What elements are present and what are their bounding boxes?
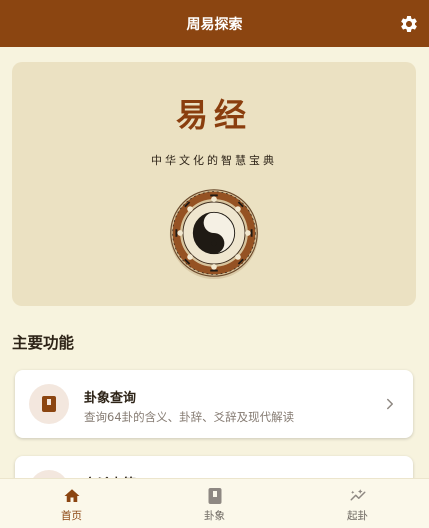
hero-title: 易经 xyxy=(175,96,252,134)
card-title: 卦象查询 xyxy=(84,391,137,406)
book-icon xyxy=(42,396,56,412)
settings-button[interactable] xyxy=(397,12,421,36)
card-description: 查询64卦的含义、卦辞、爻辞及现代解读 xyxy=(84,410,295,424)
nav-item-home[interactable]: 首页 xyxy=(0,479,143,528)
nav-item-label: 卦象 xyxy=(204,510,225,522)
gear-icon xyxy=(401,15,417,32)
home-icon xyxy=(64,489,79,502)
nav-item-label: 首页 xyxy=(61,510,82,522)
app-bar: 周易探索 xyxy=(0,0,429,47)
book-icon xyxy=(208,488,221,504)
nav-item-divine[interactable]: 起卦 xyxy=(286,479,429,528)
section-title: 主要功能 xyxy=(12,334,75,352)
app-title: 周易探索 xyxy=(186,16,243,33)
feature-card-hexagram-lookup[interactable]: 卦象查询 查询64卦的含义、卦辞、爻辞及现代解读 xyxy=(15,370,413,438)
bagua-taiji-emblem xyxy=(169,189,259,280)
insights-icon xyxy=(350,489,365,501)
bottom-navigation: 首页 卦象 起卦 xyxy=(0,478,429,528)
card-icon-container xyxy=(29,384,69,424)
nav-item-hexagrams[interactable]: 卦象 xyxy=(143,479,286,528)
chevron-right-icon xyxy=(387,398,393,410)
hero-subtitle: 中华文化的智慧宝典 xyxy=(151,154,277,167)
nav-item-label: 起卦 xyxy=(347,510,368,522)
hero-banner: 易经 中华文化的智慧宝典 xyxy=(12,62,416,306)
